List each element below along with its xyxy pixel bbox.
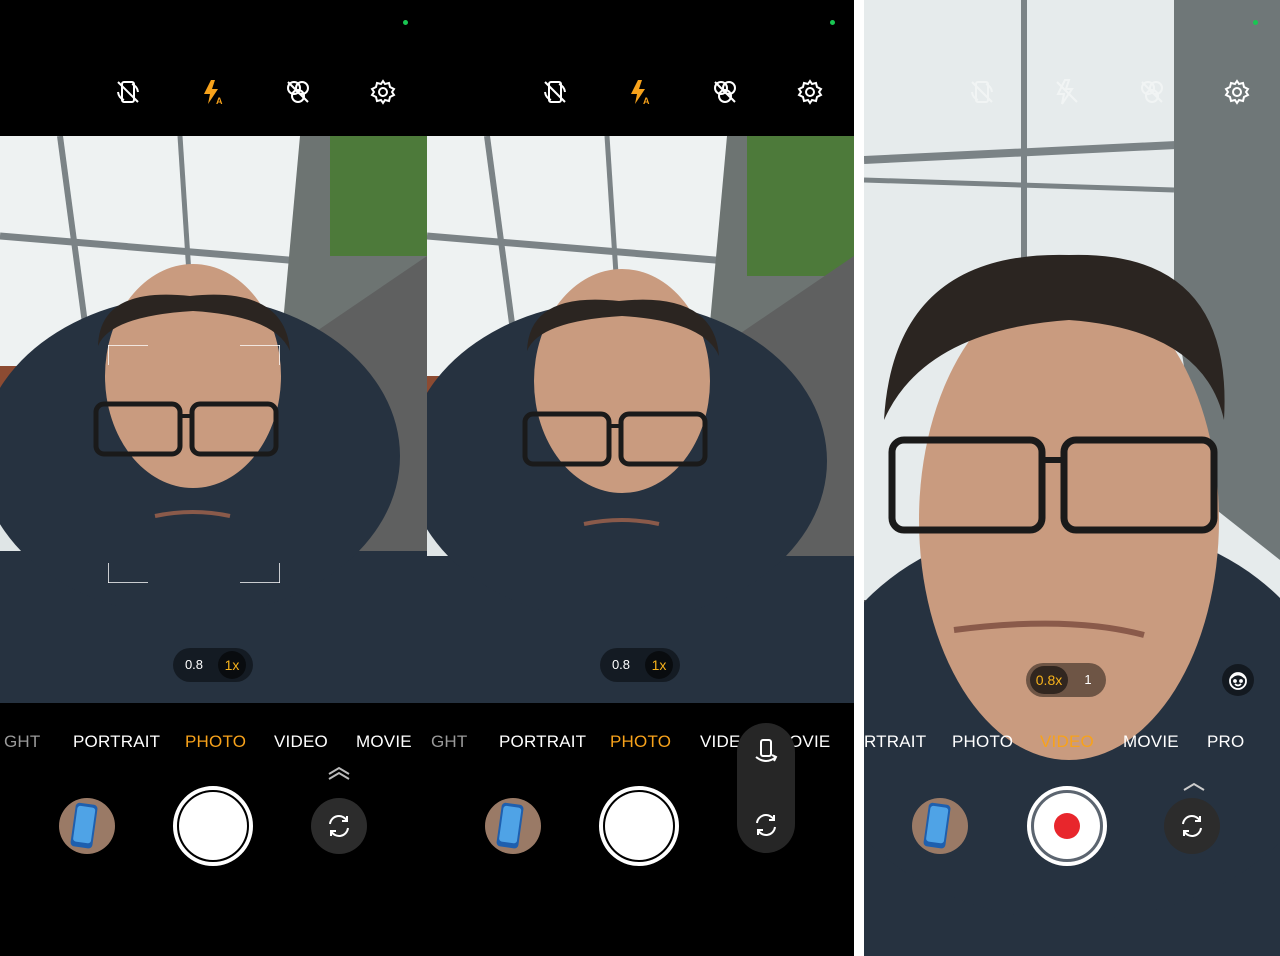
panel-divider [854, 0, 864, 956]
camera-screen-photo: A 0.8 1x GHT PORTRAIT PHOTO VIDEO MOVIE [0, 0, 427, 956]
zoom-option-1x[interactable]: 1 [1074, 666, 1102, 694]
top-toolbar: A [0, 74, 427, 110]
selfie-mirror-icon[interactable] [110, 74, 146, 110]
camera-flip-popup [737, 723, 795, 853]
tilt-phone-icon[interactable] [752, 737, 780, 767]
settings-icon[interactable] [1219, 74, 1255, 110]
zoom-option-wide[interactable]: 0.8x [1030, 666, 1068, 694]
flash-auto-icon[interactable]: A [195, 74, 231, 110]
record-dot [1054, 813, 1080, 839]
zoom-option-1x[interactable]: 1x [645, 651, 673, 679]
shutter-button[interactable] [173, 786, 253, 866]
mode-photo[interactable]: PHOTO [952, 732, 1013, 752]
zoom-selector: 0.8 1x [600, 648, 680, 682]
gallery-thumbnail[interactable] [912, 798, 968, 854]
viewfinder[interactable] [427, 136, 854, 703]
mode-selector: RTRAIT PHOTO VIDEO MOVIE PRO [864, 732, 1280, 756]
zoom-selector: 0.8 1x [173, 648, 253, 682]
flash-off-icon[interactable] [1049, 74, 1085, 110]
selfie-preview-image [427, 136, 854, 703]
beauty-off-icon[interactable] [707, 74, 743, 110]
zoom-option-1x[interactable]: 1x [218, 651, 246, 679]
viewfinder[interactable] [0, 136, 427, 703]
beauty-off-icon[interactable] [1134, 74, 1170, 110]
face-detection-frame [108, 345, 280, 583]
mode-portrait[interactable]: PORTRAIT [73, 732, 160, 752]
selfie-mirror-icon[interactable] [964, 74, 1000, 110]
face-beauty-icon [1229, 672, 1247, 690]
flash-auto-icon[interactable]: A [622, 74, 658, 110]
zoom-selector: 0.8x 1 [1026, 663, 1106, 697]
top-toolbar: A [427, 74, 854, 110]
zoom-option-wide[interactable]: 0.8 [180, 651, 208, 679]
mode-movie[interactable]: OVIE [789, 732, 830, 752]
settings-icon[interactable] [792, 74, 828, 110]
chevron-up-icon[interactable] [325, 766, 353, 780]
mode-portrait[interactable]: RTRAIT [864, 732, 926, 752]
camera-screen-photo-tilt: A 0.8 1x GHT PORTRAIT PHOTO VIDE OVIE [427, 0, 854, 956]
mode-night[interactable]: GHT [4, 732, 40, 752]
gallery-thumbnail[interactable] [59, 798, 115, 854]
mode-night[interactable]: GHT [431, 732, 467, 752]
switch-camera-icon[interactable] [752, 811, 780, 839]
shutter-button[interactable] [599, 786, 679, 866]
status-indicator-dot [830, 20, 835, 25]
mode-video[interactable]: VIDEO [1040, 732, 1094, 752]
zoom-option-wide[interactable]: 0.8 [607, 651, 635, 679]
mode-selector: GHT PORTRAIT PHOTO VIDEO MOVIE [0, 732, 427, 756]
gallery-thumbnail[interactable] [485, 798, 541, 854]
status-indicator-dot [403, 20, 408, 25]
switch-camera-icon [1182, 815, 1202, 837]
selfie-mirror-icon[interactable] [537, 74, 573, 110]
mode-movie[interactable]: MOVIE [1123, 732, 1179, 752]
mode-portrait[interactable]: PORTRAIT [499, 732, 586, 752]
record-button[interactable] [1027, 786, 1107, 866]
chevron-up-icon[interactable] [1180, 780, 1208, 794]
switch-camera-button[interactable] [311, 798, 367, 854]
mode-video[interactable]: VIDE [700, 732, 740, 752]
svg-text:A: A [216, 96, 223, 106]
mode-video[interactable]: VIDEO [274, 732, 328, 752]
face-beauty-button[interactable] [1222, 664, 1254, 696]
switch-camera-icon [329, 815, 349, 837]
top-toolbar [864, 74, 1280, 110]
status-indicator-dot [1253, 20, 1258, 25]
mode-pro[interactable]: PRO [1207, 732, 1244, 752]
svg-text:A: A [643, 96, 650, 106]
beauty-off-icon[interactable] [280, 74, 316, 110]
camera-screen-video: 0.8x 1 RTRAIT PHOTO VIDEO MOVIE PRO [864, 0, 1280, 956]
switch-camera-button[interactable] [1164, 798, 1220, 854]
mode-movie[interactable]: MOVIE [356, 732, 412, 752]
mode-photo[interactable]: PHOTO [185, 732, 246, 752]
settings-icon[interactable] [365, 74, 401, 110]
mode-photo[interactable]: PHOTO [610, 732, 671, 752]
